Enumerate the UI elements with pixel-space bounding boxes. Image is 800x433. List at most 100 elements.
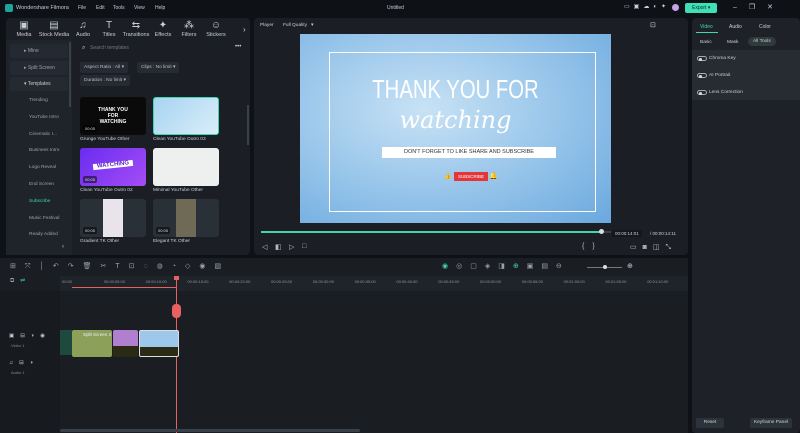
sidebar-item[interactable]: Music Festival — [29, 216, 59, 221]
timeline-hscrollbar[interactable] — [60, 429, 360, 432]
ruler-tick-label: 00:01:00:00 — [563, 279, 585, 284]
clip-split-screen[interactable]: Split Screen 4 — [72, 330, 112, 357]
menu-file[interactable]: File — [78, 5, 86, 11]
category-mine[interactable]: ▸ Mine — [10, 44, 68, 58]
reset-button[interactable]: Reset — [696, 418, 724, 428]
video-preview: THANK YOU FOR watching DON'T FORGET TO L… — [300, 34, 611, 223]
subtab-all-tools[interactable]: All Tools — [748, 37, 776, 46]
quality-select[interactable]: Full Quality ▾ — [283, 23, 313, 28]
toolbar-media[interactable]: ▣ Media — [8, 20, 40, 38]
sidebar-item[interactable]: Logo Reveal — [29, 165, 56, 170]
toolbar-label: Effects — [154, 32, 172, 38]
timeline-toolbar-right[interactable]: ◉◎▢◈◨⊕▣▤⊖ — [442, 262, 570, 270]
grid-scrollbar[interactable] — [247, 105, 249, 145]
auto-ripple-icon[interactable]: ◉ — [442, 263, 456, 270]
template-name: Minimal YouTube Other — [153, 188, 203, 193]
menu-edit[interactable]: Edit — [96, 5, 105, 11]
snapshot-view-icon[interactable]: ⊡ — [650, 21, 656, 29]
category-label: Templates — [27, 81, 51, 87]
timeline-toolbar-left[interactable]: ⊞⤧│↶↷🗑✂T⊡◌◍◔◇◉▧ — [10, 262, 230, 271]
lens-correction-toggle[interactable] — [697, 90, 707, 95]
toolbar-stock-media[interactable]: ▤ Stock Media — [38, 20, 70, 38]
window-controls[interactable]: –❐✕ — [733, 3, 785, 11]
sidebar-item[interactable]: Business Intro — [29, 148, 59, 153]
toolbar-stickers[interactable]: ☺ Stickers — [200, 20, 232, 38]
sidebar-item[interactable]: Cinematic I... — [29, 132, 57, 137]
ai-portrait-label: AI Portrait — [709, 73, 731, 78]
track-tool-icons[interactable]: ⧉⇄ — [10, 278, 31, 285]
prev-frame-icon[interactable]: ◁ — [262, 243, 267, 251]
chroma-key-toggle[interactable] — [697, 56, 707, 61]
sidebar-item[interactable]: Trending — [29, 98, 48, 103]
menu-tools[interactable]: Tools — [113, 5, 125, 11]
sidebar-item[interactable]: Subscribe — [29, 199, 50, 204]
stop-icon[interactable]: □ — [302, 243, 306, 250]
progress-handle[interactable] — [598, 229, 604, 234]
subtab-mask[interactable]: Mask — [727, 40, 738, 45]
filter-aspect-ratio[interactable]: Aspect Ratio : All ▾ — [80, 62, 129, 73]
app-name: Wondershare Filmora — [16, 5, 69, 11]
template-thumb[interactable]: WATCHING 00:05 — [80, 148, 146, 186]
clip-green[interactable] — [60, 330, 72, 355]
menu-help[interactable]: Help — [155, 5, 165, 11]
template-thumb[interactable] — [153, 148, 219, 186]
subtab-basic[interactable]: Basic — [700, 40, 712, 45]
sidebar-item[interactable]: YouTube Intro — [29, 115, 59, 120]
filter-clips[interactable]: Clips : No limit ▾ — [137, 62, 180, 73]
tab-video-underline — [696, 32, 718, 33]
player-tools-icons[interactable]: ▭◙◫⤡ — [630, 243, 677, 252]
export-label: Export — [692, 5, 707, 11]
template-name: Clean YouTube Outro 02 — [80, 188, 133, 193]
tab-video[interactable]: Video — [700, 24, 713, 30]
play-icon[interactable]: ▷ — [289, 243, 294, 251]
filter-label: Duration : No limit — [84, 78, 123, 83]
toolbar-next-icon[interactable]: › — [243, 25, 246, 34]
search-icon: ⌕ — [82, 45, 86, 51]
ai-portrait-toggle[interactable] — [697, 73, 707, 78]
title-icons[interactable]: ▭▣☁◐✦ — [624, 3, 670, 10]
sidebar-item[interactable]: End Screen — [29, 182, 54, 187]
filter-duration[interactable]: Duration : No limit ▾ — [80, 75, 130, 86]
tab-color[interactable]: Color — [759, 24, 771, 30]
video-track-name: Video 1 — [11, 343, 25, 348]
sidebar-item[interactable]: Ready Added — [29, 232, 58, 237]
tab-audio[interactable]: Audio — [729, 24, 742, 30]
toolbar-label: Stock Media — [38, 32, 70, 38]
step-back-icon[interactable]: ◧ — [275, 243, 282, 251]
collapse-icon[interactable]: ‹ — [62, 244, 64, 250]
template-thumb[interactable]: 00:05 — [80, 199, 146, 237]
playhead-top[interactable] — [174, 276, 179, 280]
video-track-controls[interactable]: ▣⊟◑◉ — [9, 333, 51, 339]
clip-selected[interactable] — [139, 330, 179, 357]
category-templates[interactable]: ▾ Templates — [10, 77, 68, 91]
menu-view[interactable]: View — [134, 5, 145, 11]
clip-purple[interactable] — [113, 330, 138, 357]
template-thumb-selected[interactable] — [153, 97, 219, 135]
export-button[interactable]: Export ▾ — [685, 3, 717, 13]
window-title: Untitled — [387, 5, 404, 11]
search-input[interactable] — [90, 43, 220, 53]
audio-track-controls[interactable]: ♫⊟◑ — [9, 360, 39, 366]
ruler-tick-label: 00:00:55:00 — [521, 279, 543, 284]
split-handle[interactable] — [172, 304, 181, 318]
mark-in-out-icon[interactable]: {} — [582, 243, 603, 250]
ruler-tick-label: 00:00:10:00 — [145, 279, 167, 284]
ruler-tick-label: 00:00:20:00 — [229, 279, 251, 284]
thumb-duration: 00:05 — [83, 227, 98, 234]
preview-title: THANK YOU FOR — [372, 74, 539, 104]
more-icon[interactable]: ••• — [235, 44, 241, 50]
zoom-slider-handle[interactable] — [602, 265, 607, 269]
template-thumb[interactable]: 00:05 — [153, 199, 219, 237]
avatar[interactable] — [672, 4, 679, 11]
clip-label: Split Screen 4 — [83, 332, 112, 337]
template-thumb[interactable]: THANK YOU FOR WATCHING 00:05 — [80, 97, 146, 135]
keyframe-panel-button[interactable]: Keyframe Panel — [750, 418, 792, 428]
ruler-tick-label: 00:00:45:00 — [438, 279, 460, 284]
zoom-in-icon[interactable]: ⊕ — [627, 262, 633, 270]
template-name: Gradient TK Other — [80, 239, 120, 244]
media-icon: ▣ — [19, 20, 29, 31]
category-split-screen[interactable]: ▸ Split Screen — [10, 61, 68, 75]
audio-track-name: Audio 1 — [11, 370, 25, 375]
ruler-tick-label: 00:00:15:00 — [187, 279, 209, 284]
sidebar-scrollbar[interactable] — [69, 42, 71, 107]
